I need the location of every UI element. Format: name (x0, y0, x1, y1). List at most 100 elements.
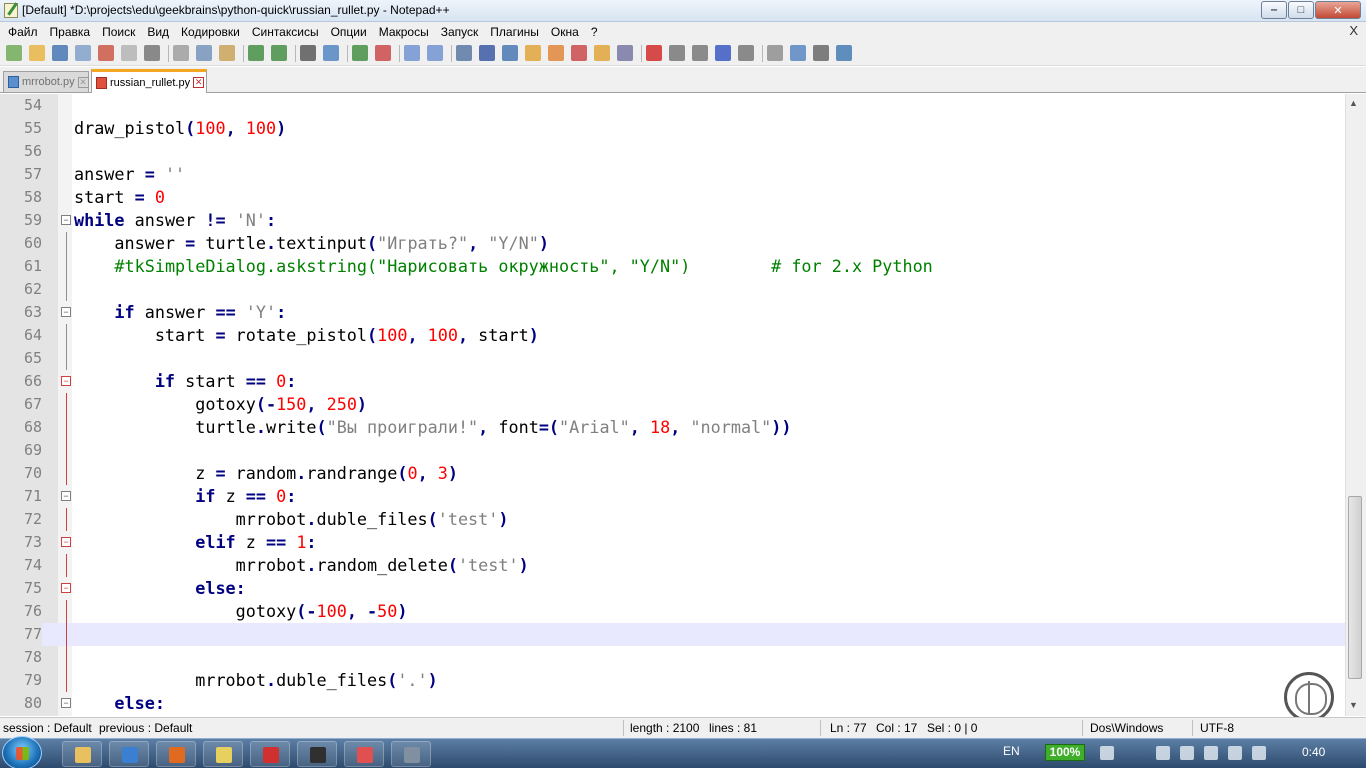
network-icon[interactable] (1228, 746, 1242, 760)
function-list-icon[interactable] (571, 45, 587, 61)
code-line[interactable]: 74 mrrobot.random_delete('test') (0, 554, 1345, 577)
code-line[interactable]: 65 (0, 347, 1345, 370)
code-line[interactable]: 56 (0, 140, 1345, 163)
code-line[interactable]: 77 (0, 623, 1345, 646)
code-text[interactable]: if z == 0: (74, 485, 296, 508)
battery-indicator[interactable]: 100% (1045, 744, 1085, 761)
code-line[interactable]: 54 (0, 94, 1345, 117)
code-text[interactable]: start = 0 (74, 186, 165, 209)
close-icon[interactable] (98, 45, 114, 61)
menu-file[interactable]: Файл (2, 25, 44, 39)
taskbar-button[interactable] (297, 741, 337, 767)
menu-search[interactable]: Поиск (96, 25, 141, 39)
volume-icon[interactable] (1252, 746, 1266, 760)
close-button[interactable]: ✕ (1315, 1, 1361, 19)
plugin-icon-2[interactable] (790, 45, 806, 61)
paste-icon[interactable] (219, 45, 235, 61)
tab-close-icon[interactable]: ✕ (193, 77, 205, 88)
taskbar-button[interactable] (250, 741, 290, 767)
code-text[interactable]: while answer != 'N': (74, 209, 276, 232)
start-button-icon[interactable] (2, 736, 42, 768)
stop-macro-icon[interactable] (669, 45, 685, 61)
scroll-down-icon[interactable]: ▼ (1349, 700, 1358, 710)
taskbar-button[interactable] (62, 741, 102, 767)
sync-vertical-icon[interactable] (404, 45, 420, 61)
code-line[interactable]: 55 draw_pistol(100, 100) (0, 117, 1345, 140)
replace-icon[interactable] (323, 45, 339, 61)
taskbar-button[interactable] (391, 741, 431, 767)
monitoring-icon[interactable] (617, 45, 633, 61)
menu-macro[interactable]: Макросы (373, 25, 435, 39)
menu-language[interactable]: Синтаксисы (246, 25, 325, 39)
code-line[interactable]: 75 − else: (0, 577, 1345, 600)
fold-toggle-icon[interactable]: − (61, 307, 71, 317)
minimize-button[interactable]: ‒ (1261, 1, 1287, 19)
plugin-icon-1[interactable] (767, 45, 783, 61)
language-indicator[interactable]: EN (1003, 744, 1020, 758)
redo-icon[interactable] (271, 45, 287, 61)
scrollbar-thumb[interactable] (1348, 496, 1362, 679)
power-icon[interactable] (1100, 746, 1114, 760)
save-all-icon[interactable] (75, 45, 91, 61)
menu-plugins[interactable]: Плагины (484, 25, 545, 39)
menu-view[interactable]: Вид (141, 25, 175, 39)
flag-icon[interactable] (1156, 746, 1170, 760)
code-text[interactable]: #tkSimpleDialog.askstring("Нарисовать ок… (74, 255, 932, 278)
code-text[interactable]: mrrobot.duble_files('test') (74, 508, 509, 531)
cut-icon[interactable] (173, 45, 189, 61)
sync-icon[interactable] (1204, 746, 1218, 760)
play-macro-icon[interactable] (692, 45, 708, 61)
sync-horizontal-icon[interactable] (427, 45, 443, 61)
code-line[interactable]: 58 start = 0 (0, 186, 1345, 209)
open-file-icon[interactable] (29, 45, 45, 61)
menu-settings[interactable]: Опции (325, 25, 373, 39)
code-line[interactable]: 63 − if answer == 'Y': (0, 301, 1345, 324)
record-macro-icon[interactable] (646, 45, 662, 61)
fold-toggle-icon[interactable]: − (61, 698, 71, 708)
zoom-in-icon[interactable] (352, 45, 368, 61)
menu-run[interactable]: Запуск (435, 25, 485, 39)
undo-icon[interactable] (248, 45, 264, 61)
taskbar-button[interactable] (203, 741, 243, 767)
code-line[interactable]: 80 − else: (0, 692, 1345, 715)
code-text[interactable]: elif z == 1: (74, 531, 316, 554)
code-line[interactable]: 68 turtle.write("Вы проиграли!", font=("… (0, 416, 1345, 439)
code-line[interactable]: 69 (0, 439, 1345, 462)
tab-close-icon[interactable]: ✕ (77, 76, 89, 88)
python-icon[interactable] (836, 45, 852, 61)
code-text[interactable]: gotoxy(-150, 250) (74, 393, 367, 416)
show-all-chars-icon[interactable] (479, 45, 495, 61)
indent-guide-icon[interactable] (502, 45, 518, 61)
code-text[interactable]: z = random.randrange(0, 3) (74, 462, 458, 485)
code-line[interactable]: 79 mrrobot.duble_files('.') (0, 669, 1345, 692)
code-line[interactable]: 70 z = random.randrange(0, 3) (0, 462, 1345, 485)
device-icon[interactable] (1180, 746, 1194, 760)
menu-edit[interactable]: Правка (44, 25, 97, 39)
menu-encoding[interactable]: Кодировки (175, 25, 246, 39)
maximize-button[interactable]: □ (1288, 1, 1314, 19)
code-line[interactable]: 61 #tkSimpleDialog.askstring("Нарисовать… (0, 255, 1345, 278)
tab-russian-rullet[interactable]: russian_rullet.py ✕ (91, 69, 207, 93)
code-line[interactable]: 78 (0, 646, 1345, 669)
close-document-x[interactable]: X (1349, 23, 1358, 38)
taskbar-button[interactable] (109, 741, 149, 767)
code-text[interactable]: else: (74, 692, 165, 715)
code-line[interactable]: 76 gotoxy(-100, -50) (0, 600, 1345, 623)
code-text[interactable]: mrrobot.random_delete('test') (74, 554, 529, 577)
code-text[interactable]: answer = turtle.textinput("Играть?", "Y/… (74, 232, 549, 255)
fold-toggle-icon[interactable]: − (61, 376, 71, 386)
code-text[interactable]: turtle.write("Вы проиграли!", font=("Ari… (74, 416, 791, 439)
code-editor[interactable]: 54 55 draw_pistol(100, 100) 56 57 answer = ''… (0, 94, 1366, 716)
taskbar-button[interactable] (344, 741, 384, 767)
clock[interactable]: 0:40 (1302, 745, 1325, 759)
save-icon[interactable] (52, 45, 68, 61)
fold-toggle-icon[interactable]: − (61, 583, 71, 593)
code-text[interactable]: start = rotate_pistol(100, 100, start) (74, 324, 539, 347)
fold-toggle-icon[interactable]: − (61, 491, 71, 501)
find-icon[interactable] (300, 45, 316, 61)
run-macro-multiple-icon[interactable] (715, 45, 731, 61)
menu-window[interactable]: Окна (545, 25, 585, 39)
code-line[interactable]: 66 − if start == 0: (0, 370, 1345, 393)
code-line[interactable]: 57 answer = '' (0, 163, 1345, 186)
code-text[interactable]: gotoxy(-100, -50) (74, 600, 408, 623)
